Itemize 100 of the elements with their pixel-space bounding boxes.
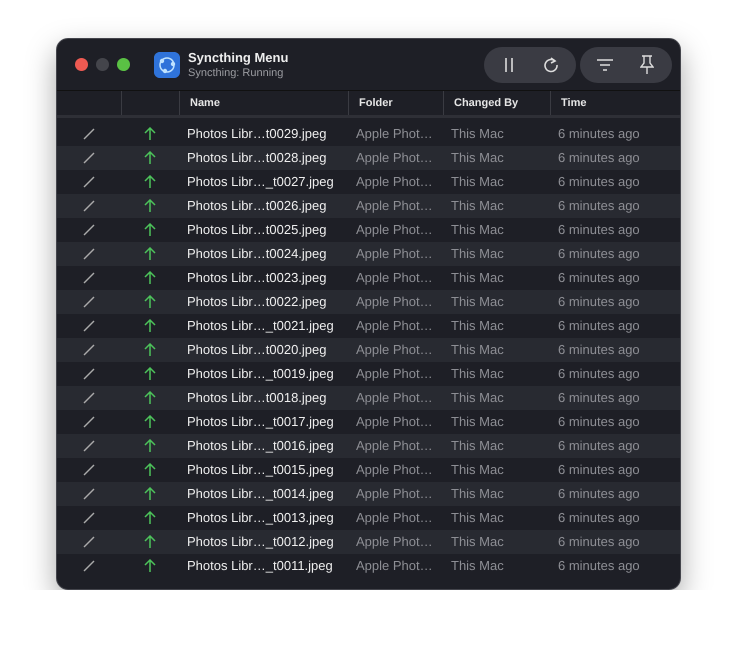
- pause-icon: [503, 56, 515, 72]
- up-arrow-icon: [144, 559, 156, 573]
- changed-by-text: This Mac: [450, 534, 505, 550]
- up-arrow-icon: [144, 463, 156, 477]
- changed-by-text: This Mac: [450, 366, 505, 382]
- file-name: Photos Libr…t0020.jpeg: [186, 342, 328, 358]
- up-arrow-icon: [144, 151, 156, 165]
- up-arrow-icon: [144, 367, 156, 381]
- file-name: Photos Libr…t0018.jpeg: [186, 390, 328, 406]
- file-name: Photos Libr…_t0013.jpeg: [186, 510, 335, 526]
- folder-name: Apple Phot…: [355, 342, 434, 358]
- time-text: 6 minutes ago: [557, 390, 641, 406]
- changed-by-text: This Mac: [450, 318, 505, 334]
- time-text: 6 minutes ago: [557, 558, 641, 574]
- up-arrow-icon: [144, 439, 156, 453]
- refresh-icon: [542, 56, 560, 74]
- close-button[interactable]: [75, 58, 88, 71]
- up-arrow-icon: [144, 487, 156, 501]
- file-name: Photos Libr…_t0017.jpeg: [186, 414, 335, 430]
- folder-name: Apple Phot…: [355, 462, 434, 478]
- file-name: Photos Libr…t0022.jpeg: [186, 294, 328, 310]
- changed-by-text: This Mac: [450, 414, 505, 430]
- file-name: Photos Libr…_t0014.jpeg: [186, 486, 335, 502]
- changed-by-text: This Mac: [450, 294, 505, 310]
- folder-name: Apple Phot…: [355, 414, 434, 430]
- folder-name: Apple Phot…: [355, 534, 434, 550]
- up-arrow-icon: [144, 175, 156, 189]
- up-arrow-icon: [144, 343, 156, 357]
- folder-name: Apple Phot…: [355, 270, 434, 286]
- folder-name: Apple Phot…: [355, 438, 434, 454]
- file-name: Photos Libr…t0024.jpeg: [186, 246, 328, 262]
- window-title: Syncthing Menu: [188, 50, 290, 66]
- time-text: 6 minutes ago: [557, 198, 641, 214]
- folder-name: Apple Phot…: [355, 246, 434, 262]
- time-text: 6 minutes ago: [557, 510, 641, 526]
- column-header[interactable]: Time: [561, 96, 586, 110]
- up-arrow-icon: [144, 511, 156, 525]
- folder-name: Apple Phot…: [355, 558, 434, 574]
- time-text: 6 minutes ago: [557, 150, 641, 166]
- up-arrow-icon: [144, 127, 156, 141]
- time-text: 6 minutes ago: [557, 126, 641, 142]
- changed-by-text: This Mac: [450, 174, 505, 190]
- column-header[interactable]: Name: [190, 96, 220, 110]
- folder-name: Apple Phot…: [355, 174, 434, 190]
- up-arrow-icon: [144, 271, 156, 285]
- file-name: Photos Libr…_t0016.jpeg: [186, 438, 335, 454]
- folder-name: Apple Phot…: [355, 486, 434, 502]
- file-name: Photos Libr…_t0027.jpeg: [186, 174, 335, 190]
- file-name: Photos Libr…t0025.jpeg: [186, 222, 328, 238]
- changed-by-text: This Mac: [450, 198, 505, 214]
- changed-by-text: This Mac: [450, 150, 505, 166]
- pin-icon: [640, 54, 654, 74]
- up-arrow-icon: [144, 415, 156, 429]
- zoom-button[interactable]: [117, 58, 130, 71]
- status-text: Syncthing: Running: [188, 66, 284, 80]
- changed-by-text: This Mac: [450, 558, 505, 574]
- changed-by-text: This Mac: [450, 438, 505, 454]
- filter-icon: [596, 58, 614, 70]
- changed-by-text: This Mac: [450, 126, 505, 142]
- time-text: 6 minutes ago: [557, 414, 641, 430]
- up-arrow-icon: [144, 319, 156, 333]
- time-text: 6 minutes ago: [557, 246, 641, 262]
- time-text: 6 minutes ago: [557, 462, 641, 478]
- file-name: Photos Libr…t0029.jpeg: [186, 126, 328, 142]
- folder-name: Apple Phot…: [355, 366, 434, 382]
- up-arrow-icon: [144, 199, 156, 213]
- folder-name: Apple Phot…: [355, 390, 434, 406]
- time-text: 6 minutes ago: [557, 270, 641, 286]
- app-icon: [154, 52, 180, 78]
- folder-name: Apple Phot…: [355, 510, 434, 526]
- time-text: 6 minutes ago: [557, 438, 641, 454]
- time-text: 6 minutes ago: [557, 486, 641, 502]
- changed-by-text: This Mac: [450, 462, 505, 478]
- folder-name: Apple Phot…: [355, 318, 434, 334]
- time-text: 6 minutes ago: [557, 342, 641, 358]
- folder-name: Apple Phot…: [355, 126, 434, 142]
- folder-name: Apple Phot…: [355, 198, 434, 214]
- up-arrow-icon: [144, 535, 156, 549]
- changed-by-text: This Mac: [450, 390, 505, 406]
- file-name: Photos Libr…_t0011.jpeg: [186, 558, 334, 574]
- file-name: Photos Libr…_t0012.jpeg: [186, 534, 335, 550]
- file-name: Photos Libr…t0026.jpeg: [186, 198, 328, 214]
- file-name: Photos Libr…_t0015.jpeg: [186, 462, 335, 478]
- changed-by-text: This Mac: [450, 222, 505, 238]
- file-name: Photos Libr…_t0019.jpeg: [186, 366, 335, 382]
- folder-name: Apple Phot…: [355, 222, 434, 238]
- time-text: 6 minutes ago: [557, 294, 641, 310]
- file-name: Photos Libr…_t0021.jpeg: [186, 318, 335, 334]
- up-arrow-icon: [144, 247, 156, 261]
- changed-by-text: This Mac: [450, 486, 505, 502]
- folder-name: Apple Phot…: [355, 294, 434, 310]
- column-header[interactable]: Changed By: [454, 96, 518, 110]
- file-name: Photos Libr…t0028.jpeg: [186, 150, 328, 166]
- time-text: 6 minutes ago: [557, 534, 641, 550]
- changed-by-text: This Mac: [450, 270, 505, 286]
- time-text: 6 minutes ago: [557, 366, 641, 382]
- folder-name: Apple Phot…: [355, 150, 434, 166]
- time-text: 6 minutes ago: [557, 222, 641, 238]
- column-header[interactable]: Folder: [359, 96, 393, 110]
- time-text: 6 minutes ago: [557, 174, 641, 190]
